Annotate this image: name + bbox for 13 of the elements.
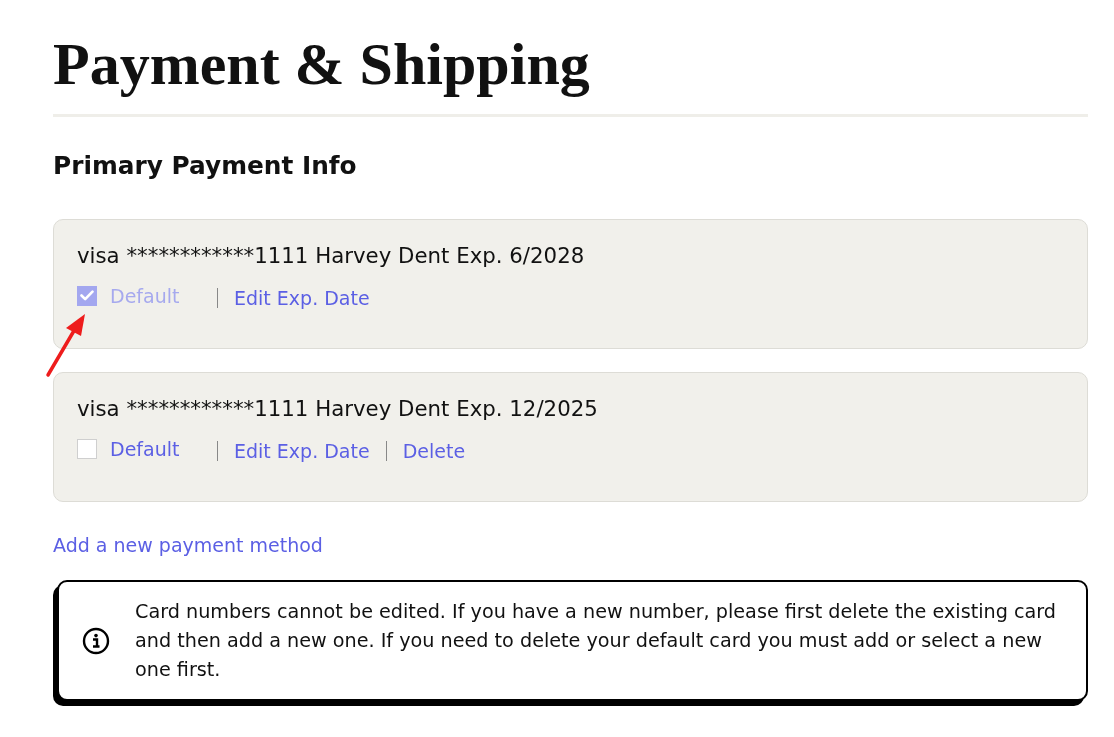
page-title: Payment & Shipping	[53, 30, 590, 99]
card-summary: visa ************1111 Harvey Dent Exp. 12/2025	[77, 395, 598, 423]
card-summary: visa ************1111 Harvey Dent Exp. 6/2028	[77, 242, 585, 270]
card-action-link[interactable]: Edit Exp. Date	[234, 439, 370, 463]
default-label[interactable]: Default	[110, 436, 180, 461]
info-icon	[82, 626, 110, 655]
add-payment-method-link[interactable]: Add a new payment method	[53, 532, 323, 558]
card-action-link[interactable]: Edit Exp. Date	[234, 286, 370, 310]
checkmark-icon	[80, 290, 94, 301]
default-checkbox[interactable]	[77, 438, 97, 459]
section-heading: Primary Payment Info	[53, 150, 357, 182]
card-action-link[interactable]: Delete	[402, 439, 466, 463]
notice-text: Card numbers cannot be edited. If you have a new number, please first delete the existing card and then add a new one. If you need to delete your default card you must add or select a new one first.	[135, 599, 1057, 683]
